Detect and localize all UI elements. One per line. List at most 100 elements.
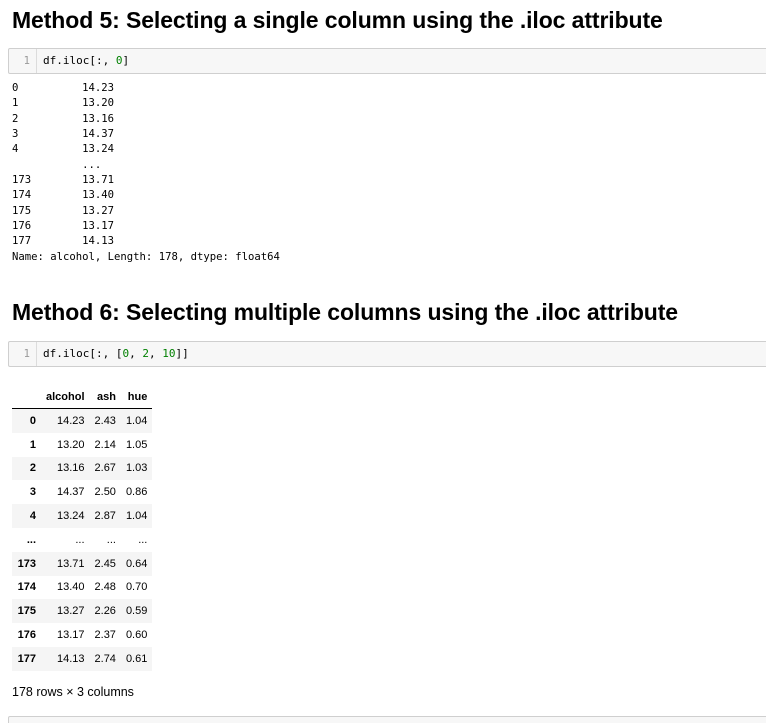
code-cell-next[interactable]	[8, 716, 766, 723]
series-row: 1 13.20	[12, 97, 114, 109]
table-cell-ash: 2.74	[94, 652, 116, 665]
dataframe-header: alcohol ash hue	[12, 386, 153, 409]
table-row: 174 13.40 2.48 0.70	[12, 575, 153, 600]
section-heading-method-6: Method 6: Selecting multiple columns usi…	[12, 299, 678, 325]
line-number: 1	[9, 49, 37, 73]
series-index: 1	[12, 97, 64, 110]
code-token: df.iloc[:,	[43, 54, 116, 67]
table-row: 175 13.27 2.26 0.59	[12, 599, 153, 624]
table-cell-alcohol: 13.17	[56, 629, 85, 642]
table-cell-ash: 2.37	[94, 629, 116, 642]
row-index: 4	[29, 510, 36, 523]
table-row: 2 13.16 2.67 1.03	[12, 456, 153, 481]
table-cell-alcohol: 13.20	[56, 438, 85, 451]
row-index: 176	[17, 629, 36, 642]
series-row: 173 13.71	[12, 174, 114, 186]
row-index: 175	[17, 605, 36, 618]
series-value: 13.24	[63, 143, 115, 156]
series-row: 4 13.24	[12, 143, 114, 155]
series-index: 176	[12, 220, 64, 233]
series-value: ...	[63, 158, 102, 171]
table-row: 1 13.20 2.14 1.05	[12, 432, 153, 457]
code-cell-method-5[interactable]: 1 df.iloc[:, 0]	[8, 48, 766, 74]
table-cell-hue: 0.70	[125, 581, 148, 594]
line-number: 1	[9, 342, 37, 366]
code-token: df.iloc[:, [	[43, 347, 123, 360]
table-cell-ash: ...	[106, 533, 116, 546]
table-cell-hue: 0.61	[125, 652, 148, 665]
code-token: ,	[129, 347, 143, 360]
series-row: 3 14.37	[12, 128, 114, 140]
table-cell-ash: 2.45	[94, 557, 116, 570]
table-cell-hue: 1.04	[125, 510, 148, 523]
series-row: 0 14.23	[12, 82, 114, 94]
code-line[interactable]: df.iloc[:, [0, 2, 10]]	[43, 342, 189, 366]
series-row: 177 14.13	[12, 235, 114, 247]
table-cell-ash: 2.87	[94, 510, 116, 523]
table-cell-hue: 0.59	[125, 605, 148, 618]
row-index: 2	[29, 462, 36, 475]
series-output: 0 14.23 1 13.20 2 13.16 3 14.37 4 13.24 …	[12, 81, 280, 265]
series-index: 177	[12, 235, 64, 248]
code-token: ]	[122, 54, 130, 67]
series-value: 13.71	[63, 174, 115, 187]
table-cell-alcohol: 13.16	[56, 462, 85, 475]
row-index: 3	[29, 486, 36, 499]
series-value: 14.23	[63, 82, 115, 94]
table-cell-hue: ...	[138, 533, 148, 546]
series-index	[12, 159, 63, 171]
table-row: 3 14.37 2.50 0.86	[12, 480, 153, 505]
series-value: 13.16	[63, 112, 115, 125]
series-index: 3	[12, 128, 64, 141]
section-heading-method-5: Method 5: Selecting a single column usin…	[12, 7, 663, 33]
table-cell-alcohol: 14.23	[56, 414, 85, 427]
table-row: 4 13.24 2.87 1.04	[12, 504, 153, 528]
series-value: 13.17	[63, 220, 115, 233]
code-line[interactable]: df.iloc[:, 0]	[43, 49, 129, 73]
series-row: 2 13.16	[12, 113, 114, 125]
table-row: 173 13.71 2.45 0.64	[12, 551, 153, 576]
series-index: 174	[12, 189, 64, 202]
table-cell-ash: 2.67	[94, 462, 116, 475]
series-index: 0	[12, 82, 64, 94]
header-row: alcohol ash hue	[12, 386, 153, 409]
table-cell-ash: 2.50	[94, 486, 116, 499]
table-row: 0 14.23 2.43 1.04	[12, 408, 153, 433]
table-cell-hue: 1.05	[125, 438, 148, 451]
code-number-literal: 10	[162, 347, 176, 360]
column-header: alcohol	[41, 386, 90, 409]
series-rows: 0 14.23 1 13.20 2 13.16 3 14.37 4 13.24 …	[12, 82, 114, 247]
table-row: 177 14.13 2.74 0.61	[12, 646, 153, 671]
table-cell-ash: 2.43	[94, 414, 116, 427]
code-cell-method-6[interactable]: 1 df.iloc[:, [0, 2, 10]]	[8, 341, 766, 367]
table-cell-hue: 0.64	[125, 557, 148, 570]
series-footer: Name: alcohol, Length: 178, dtype: float…	[12, 250, 280, 263]
series-row: 175 13.27	[12, 205, 114, 217]
row-index: 0	[29, 414, 36, 427]
row-index: 177	[17, 652, 36, 665]
series-index: 173	[12, 174, 64, 187]
table-cell-alcohol: 13.24	[56, 510, 85, 523]
row-index: 1	[29, 438, 36, 451]
dataframe-output: alcohol ash hue 0 14.23 2.43 1.04 1 13.20 2.14…	[12, 386, 153, 671]
series-value: 13.40	[63, 189, 115, 202]
column-header: ash	[89, 386, 121, 409]
code-number-literal: 2	[142, 347, 149, 360]
code-token: ]]	[175, 347, 189, 360]
series-row: 176 13.17	[12, 220, 114, 232]
series-value: 13.20	[63, 97, 115, 110]
column-header: hue	[120, 386, 153, 409]
table-cell-ash: 2.48	[94, 581, 116, 594]
table-cell-alcohol: 13.27	[56, 605, 85, 618]
series-value: 13.27	[63, 204, 115, 217]
table-cell-alcohol: 14.13	[56, 652, 85, 665]
series-value: 14.13	[63, 235, 115, 248]
table-cell-alcohol: 13.71	[56, 557, 85, 570]
table-cell-hue: 0.60	[125, 629, 148, 642]
table-cell-alcohol: 13.40	[56, 581, 85, 594]
table-row: 176 13.17 2.37 0.60	[12, 623, 153, 647]
series-row: 174 13.40	[12, 189, 114, 201]
dataframe-shape: 178 rows × 3 columns	[12, 685, 134, 699]
series-index: 4	[12, 143, 64, 156]
table-cell-alcohol: ...	[75, 533, 85, 546]
